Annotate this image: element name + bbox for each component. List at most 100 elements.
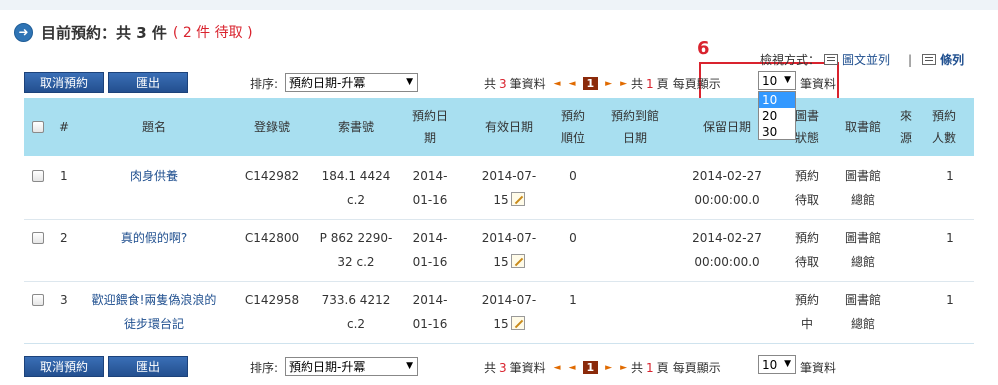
- table-bottom-border: [24, 343, 974, 344]
- row-valid-line1: 2014-07-: [481, 169, 537, 183]
- pager-total-suffix: 筆資料: [509, 77, 546, 91]
- current-page[interactable]: 1: [582, 361, 599, 374]
- next-page-icon[interactable]: ►: [605, 363, 612, 373]
- header-arrive-line1: 預約到館: [610, 109, 659, 123]
- per-page-option[interactable]: 20: [759, 108, 795, 124]
- edit-pencil-icon[interactable]: [510, 316, 525, 330]
- row-status-line1: 預約: [794, 231, 819, 245]
- row-title-line1[interactable]: 肉身供養: [79, 164, 229, 188]
- header-order[interactable]: 預約 順位: [554, 98, 592, 156]
- per-page-suffix: 筆資料: [800, 77, 837, 91]
- per-page-suffix: 筆資料: [800, 361, 837, 375]
- header-status-line2: 狀態: [794, 131, 819, 145]
- export-button[interactable]: 匯出: [108, 72, 188, 93]
- row-pickup: 圖書館 總館: [836, 226, 890, 274]
- next-page-icon[interactable]: ►: [605, 79, 612, 89]
- header-pickup[interactable]: 取書館: [836, 98, 890, 156]
- row-callno-line1: 184.1 4424: [321, 169, 391, 183]
- row-checkbox-cell[interactable]: [32, 228, 44, 252]
- row-status-line2: 待取: [794, 255, 819, 269]
- header-callno[interactable]: 索書號: [315, 98, 397, 156]
- view-mode: 檢視方式： 圖文並列 | 條列: [760, 51, 964, 68]
- header-source-line1: 來: [899, 109, 912, 123]
- pager: 共 3 筆資料 ◄ ◄ 1 ► ► 共 1 頁 每頁顯示: [484, 359, 721, 376]
- header-status-line1: 圖書: [794, 109, 819, 123]
- per-page-dropdown[interactable]: 10 20 30: [758, 91, 796, 140]
- row-status-line2: 待取: [794, 193, 819, 207]
- row-title-line1[interactable]: 歡迎餵食!兩隻偽浪浪的: [79, 288, 229, 312]
- header-valid-date[interactable]: 有效日期: [474, 98, 544, 156]
- row-pickup: 圖書館 總館: [836, 164, 890, 212]
- paren-close: ): [247, 25, 253, 41]
- row-checkbox[interactable]: [32, 232, 44, 244]
- pager-total-suffix: 筆資料: [509, 361, 546, 375]
- header-source[interactable]: 來 源: [892, 98, 920, 156]
- row-callno: 733.6 4212 c.2: [315, 288, 397, 336]
- cancel-reservation-button[interactable]: 取消預約: [24, 356, 104, 377]
- pager-pages-suffix: 頁: [656, 77, 669, 91]
- row-status: 預約 待取: [786, 226, 828, 274]
- header-select-all[interactable]: [24, 98, 52, 156]
- sort-select[interactable]: 預約日期-升冪 ▼: [285, 73, 418, 92]
- pager: 共 3 筆資料 ◄ ◄ 1 ► ► 共 1 頁 每頁顯示: [484, 75, 721, 92]
- row-checkbox-cell[interactable]: [32, 166, 44, 190]
- row-checkbox[interactable]: [32, 170, 44, 182]
- select-all-checkbox[interactable]: [32, 121, 44, 133]
- edit-pencil-icon[interactable]: [510, 254, 525, 268]
- row-title[interactable]: 肉身供養: [79, 164, 229, 188]
- header-arrive-date[interactable]: 預約到館 日期: [600, 98, 670, 156]
- header-barcode[interactable]: 登錄號: [237, 98, 307, 156]
- header-arrive-line2: 日期: [622, 131, 647, 145]
- row-order: 1: [569, 293, 577, 307]
- dropdown-arrow-icon: ▼: [784, 359, 791, 369]
- row-reserve-line1: 2014-: [412, 169, 448, 183]
- per-page-option[interactable]: 10: [759, 92, 795, 108]
- dropdown-arrow-icon: ▼: [406, 361, 413, 371]
- page-header: ➜ 目前預約：共 3 件 ( 2 件 待取 ): [14, 20, 253, 44]
- view-list-link[interactable]: 條列: [940, 51, 964, 68]
- row-checkbox-cell[interactable]: [32, 290, 44, 314]
- row-hold-line1: 2014-02-27: [692, 231, 762, 245]
- first-page-icon[interactable]: ◄: [554, 79, 561, 89]
- pager-total-count: 3: [499, 360, 507, 375]
- row-num: 1: [60, 169, 68, 183]
- current-page[interactable]: 1: [582, 77, 599, 90]
- header-title[interactable]: 題名: [79, 98, 229, 156]
- row-status-line2: 中: [800, 317, 813, 331]
- row-title[interactable]: 真的假的啊?: [79, 226, 229, 250]
- grid-list-icon[interactable]: [824, 54, 839, 65]
- table-row: 3 歡迎餵食!兩隻偽浪浪的 徒步環台記 C142958 733.6 4212 c…: [24, 282, 974, 344]
- row-checkbox[interactable]: [32, 294, 44, 306]
- last-page-icon[interactable]: ►: [620, 79, 627, 89]
- edit-pencil-icon[interactable]: [510, 192, 525, 206]
- header-count-line1: 預約: [931, 109, 956, 123]
- view-mode-separator: |: [908, 52, 913, 67]
- header-count[interactable]: 預約 人數: [924, 98, 964, 156]
- first-page-icon[interactable]: ◄: [554, 363, 561, 373]
- arrow-right-circle-icon: ➜: [14, 22, 33, 42]
- row-title-line1[interactable]: 真的假的啊?: [79, 226, 229, 250]
- per-page-select[interactable]: 10 ▼: [758, 71, 796, 90]
- view-mode-label: 檢視方式：: [760, 53, 821, 67]
- toolbar-bottom: 取消預約 匯出 排序: 預約日期-升冪 ▼ 共 3 筆資料 ◄ ◄ 1 ► ► …: [24, 355, 974, 378]
- row-valid-line1: 2014-07-: [481, 231, 537, 245]
- export-button[interactable]: 匯出: [108, 356, 188, 377]
- list-icon[interactable]: [922, 54, 937, 65]
- per-page-option[interactable]: 30: [759, 124, 795, 140]
- view-graphic-link[interactable]: 圖文並列: [842, 51, 890, 68]
- header-reserve-date[interactable]: 預約日 期: [406, 98, 454, 156]
- page-title: 目前預約：共 3 件: [41, 23, 167, 42]
- row-valid-line1: 2014-07-: [481, 293, 537, 307]
- row-title-line2[interactable]: 徒步環台記: [79, 312, 229, 336]
- row-hold-date: 2014-02-27 00:00:00.0: [684, 164, 770, 212]
- prev-page-icon[interactable]: ◄: [569, 363, 576, 373]
- row-reserve-date: 2014- 01-16: [406, 288, 454, 336]
- cancel-reservation-button[interactable]: 取消預約: [24, 72, 104, 93]
- last-page-icon[interactable]: ►: [620, 363, 627, 373]
- prev-page-icon[interactable]: ◄: [569, 79, 576, 89]
- row-callno: 184.1 4424 c.2: [315, 164, 397, 212]
- header-num: #: [58, 120, 70, 134]
- sort-select[interactable]: 預約日期-升冪 ▼: [285, 357, 418, 376]
- row-title[interactable]: 歡迎餵食!兩隻偽浪浪的 徒步環台記: [79, 288, 229, 336]
- per-page-select[interactable]: 10 ▼: [758, 355, 796, 374]
